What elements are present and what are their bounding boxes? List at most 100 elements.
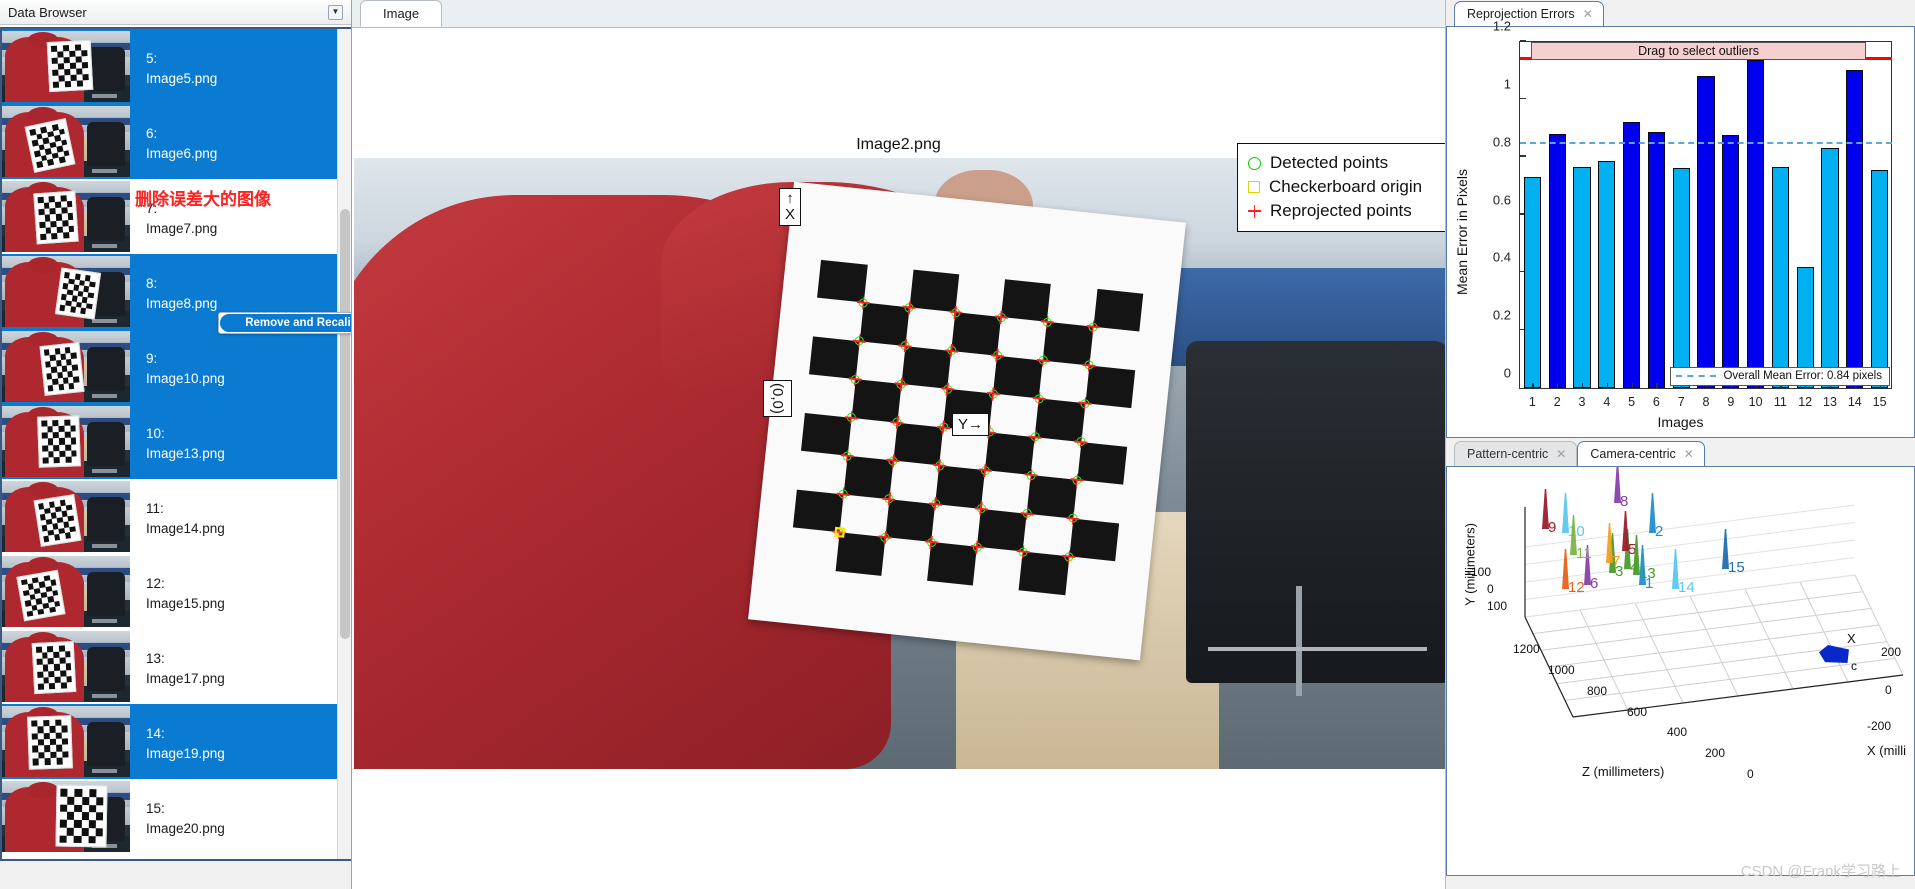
plot-z-tick-label: 1000 [1548,663,1575,677]
plot-y-tick-label: 0 [1487,582,1494,596]
list-item[interactable]: 14: Image19.png [2,704,337,779]
extrinsics-3d-plot[interactable]: Xc123456789101112131415-1000100120010008… [1447,467,1914,875]
corner-marker [1030,431,1041,442]
checker-square [74,382,80,388]
axis-x-label: ↑ X [779,188,802,226]
chart-x-tick-label: 15 [1872,395,1887,409]
list-item[interactable]: 11: Image14.png [2,479,337,554]
remove-and-recalibrate-label: Remove and Recalibrate [220,314,351,332]
checker-square [843,455,894,499]
chart-bar[interactable] [1647,132,1666,388]
list-item[interactable]: 5: Image5.png [2,29,337,104]
plot-z-tick-label: 800 [1587,684,1608,698]
chart-bar[interactable] [1870,169,1889,388]
list-item-thumbnail [2,481,130,552]
chart-bar[interactable] [1523,176,1542,388]
plot-z-tick-label: 0 [1747,767,1754,781]
list-item[interactable]: 12: Image15.png [2,554,337,629]
legend-item-origin: Checkerboard origin [1248,175,1445,199]
extrinsics-tabbar: Pattern-centric ✕ Camera-centric ✕ [1446,440,1915,466]
corner-marker [854,335,865,346]
chart-y-tick-label: 0.6 [1492,192,1511,207]
corner-marker [930,498,941,509]
list-item[interactable]: 15: Image20.png [2,779,337,854]
watermark: CSDN @Frank学习路上 [1740,863,1901,880]
corner-marker [1080,398,1091,409]
chart-bar[interactable] [1573,166,1591,388]
checker-square [66,682,72,688]
chart-bar[interactable] [1622,121,1641,388]
data-browser-panel: Data Browser ▼ 5: Image5.png 6: Image6.png 7… [0,0,352,889]
chart-bar[interactable] [1548,133,1566,388]
close-icon[interactable]: ✕ [1684,447,1694,461]
corner-marker [934,460,945,471]
image-list[interactable]: 5: Image5.png 6: Image6.png 7: Image7.png 8: Im… [0,29,351,859]
image-list-scrollbar[interactable] [337,29,351,859]
tab-pattern-centric[interactable]: Pattern-centric ✕ [1454,441,1578,466]
chart-bar[interactable] [1746,59,1765,388]
chart-x-tick-label: 10 [1748,395,1763,409]
chart-x-tick-label: 8 [1702,395,1710,409]
data-browser-titlebar: Data Browser ▼ [0,0,351,25]
list-item[interactable]: 10: Image13.png [2,404,337,479]
thumbnail-checkerboard [16,569,66,622]
list-item-meta: 10: Image13.png [130,404,337,479]
close-icon[interactable]: ✕ [1556,447,1566,461]
chart-bar[interactable] [1697,75,1715,388]
chart-bar[interactable] [1771,166,1790,388]
corner-marker [992,350,1003,361]
chart-x-axis-label: Images [1657,414,1704,430]
extrinsics-plot-body[interactable]: Xc123456789101112131415-1000100120010008… [1446,466,1915,876]
list-item[interactable]: 13: Image17.png [2,629,337,704]
corner-marker [926,536,937,547]
camera-axis-x-label: X [1847,631,1856,646]
checker-square [62,757,68,764]
corner-marker [996,312,1007,322]
chevron-down-icon[interactable]: ▼ [328,4,343,20]
checker-square [88,836,96,844]
errors-chart-body[interactable]: Mean Error in Pixels Images 0 0.2 0.4 0.6 0.… [1446,19,1915,438]
close-icon[interactable]: ✕ [1583,7,1593,21]
list-item-filename: Image10.png [146,370,225,386]
image-canvas[interactable]: Image2.png ↑ X (0,0) Y→ Detected points … [352,28,1445,889]
list-item-meta: 13: Image17.png [130,629,337,704]
chart-bar[interactable] [1722,134,1740,388]
chart-bar[interactable] [1846,69,1864,388]
list-item-thumbnail [2,256,130,327]
checker-square [95,836,102,844]
corner-marker [842,450,853,461]
list-item[interactable]: 9: Image10.png [2,329,337,404]
chart-bar[interactable] [1672,168,1690,388]
chart-bar[interactable] [1821,148,1839,388]
tab-camera-centric[interactable]: Camera-centric ✕ [1577,441,1705,466]
checker-square [997,317,1047,360]
corner-marker [1068,513,1078,524]
drag-to-select-outliers-band[interactable]: Drag to select outliers [1531,41,1866,60]
corner-marker [972,541,983,552]
reprojection-error-chart[interactable]: Mean Error in Pixels Images 0 0.2 0.4 0.6 0.… [1447,19,1914,437]
corner-marker [1042,316,1053,327]
tab-image[interactable]: Image [360,0,443,27]
chart-plot-area[interactable]: 0 0.2 0.4 0.6 0.8 1 1.2 1 2 3 4 5 6 7 8 9 10 11 12 13 14 15 Dr… [1493,19,1892,409]
chart-bar[interactable] [1598,161,1616,388]
chart-x-tick-label: 1 [1528,395,1536,409]
extrinsics-plot-canvas [1524,504,1904,718]
list-item[interactable]: 6: Image6.png [2,104,337,179]
plot-y-tick-label: 100 [1487,599,1508,613]
pattern-pose-label: 6 [1590,575,1599,592]
scrollbar-thumb[interactable] [340,209,350,639]
corner-marker [846,412,857,423]
corner-marker [884,493,895,504]
thumbnail-checkerboard [46,39,93,92]
pattern-pose-label: 10 [1568,523,1585,540]
tab-reprojection-errors[interactable]: Reprojection Errors ✕ [1454,1,1604,26]
corner-marker [1038,355,1049,366]
corner-marker [850,374,861,385]
chart-y-axis-label: Mean Error in Pixels [1454,168,1470,296]
plot-y-axis-title: Y (millimeters) [1462,523,1478,606]
corner-marker [838,489,849,499]
photo-chair-post [1295,585,1302,696]
checker-square [985,431,1036,475]
checker-square [847,417,897,460]
remove-and-recalibrate-button[interactable]: Remove and Recalibrate [218,312,351,334]
